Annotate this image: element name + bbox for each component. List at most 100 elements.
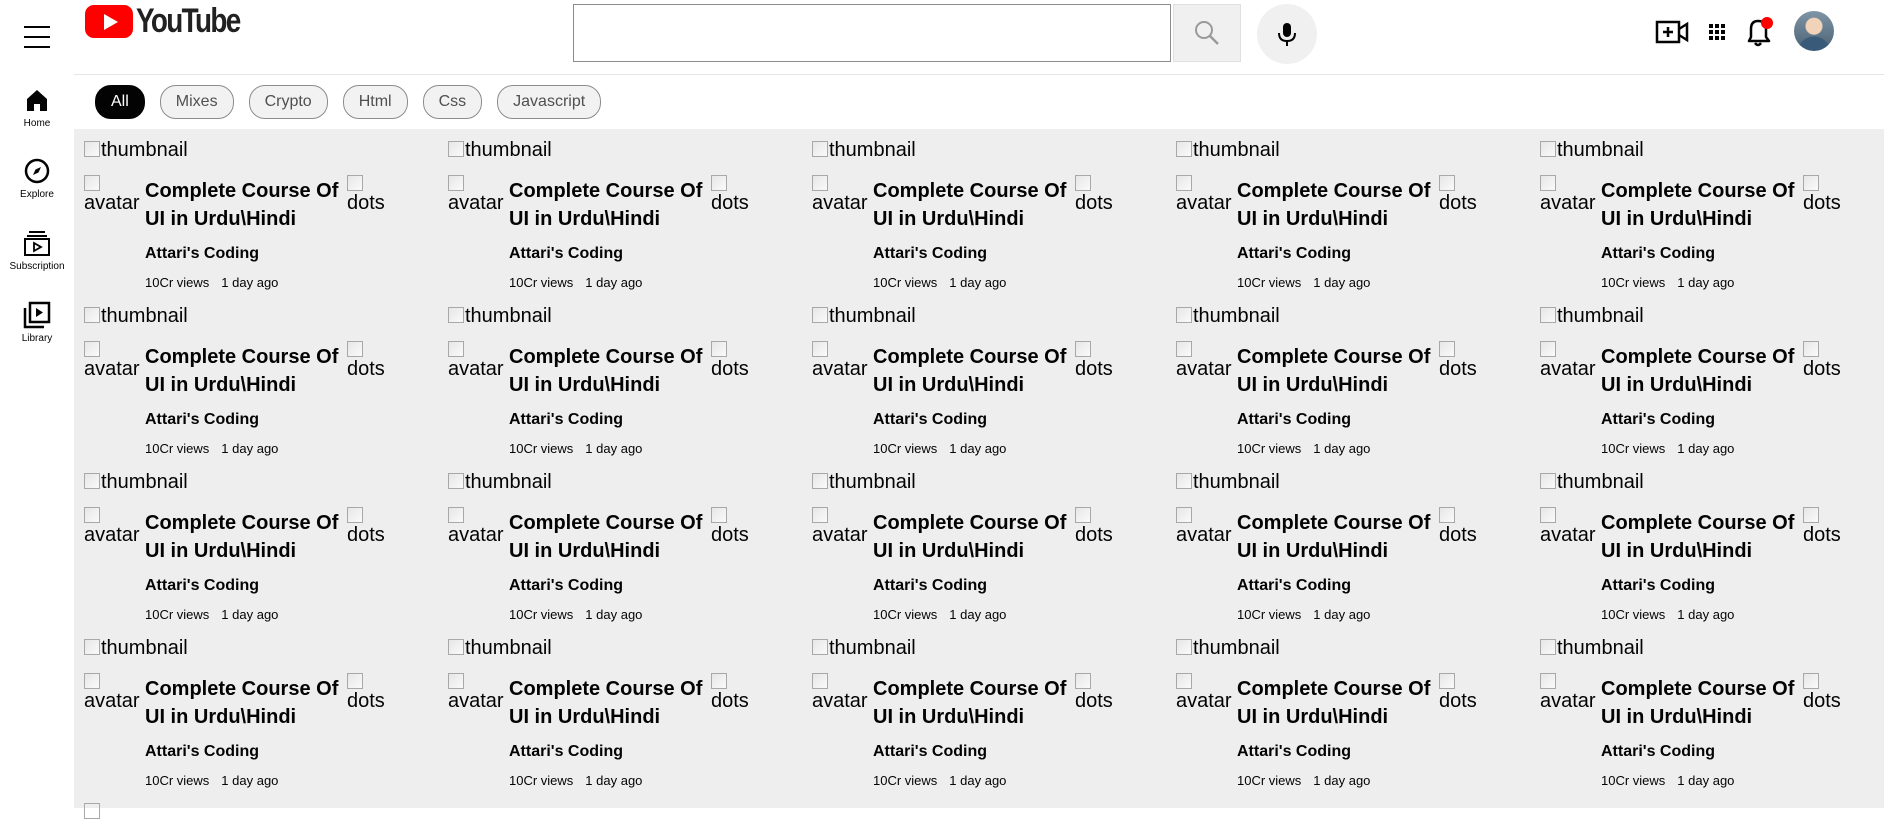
video-title[interactable]: Complete Course Of UI in Urdu\Hindi xyxy=(873,509,1079,565)
create-video-button[interactable] xyxy=(1654,14,1690,50)
channel-name[interactable]: Attari's Coding xyxy=(509,245,623,263)
video-thumbnail[interactable]: thumbnail xyxy=(84,471,188,494)
video-card[interactable]: thumbnail avatar Complete Course Of UI in … xyxy=(1540,637,1884,803)
channel-avatar[interactable]: avatar xyxy=(84,341,142,379)
channel-avatar[interactable]: avatar xyxy=(812,175,870,213)
channel-name[interactable]: Attari's Coding xyxy=(1237,411,1351,429)
channel-name[interactable]: Attari's Coding xyxy=(145,577,259,595)
more-options-button[interactable]: dots xyxy=(711,341,749,379)
channel-name[interactable]: Attari's Coding xyxy=(509,743,623,761)
video-title[interactable]: Complete Course Of UI in Urdu\Hindi xyxy=(509,675,715,731)
video-card[interactable]: thumbnail avatar Complete Course Of UI in … xyxy=(448,139,812,305)
channel-avatar[interactable]: avatar xyxy=(1540,507,1598,545)
channel-name[interactable]: Attari's Coding xyxy=(1601,245,1715,263)
video-thumbnail[interactable]: thumbnail xyxy=(1540,139,1644,162)
channel-avatar[interactable]: avatar xyxy=(448,507,506,545)
channel-name[interactable]: Attari's Coding xyxy=(1237,743,1351,761)
more-options-button[interactable]: dots xyxy=(1439,507,1477,545)
more-options-button[interactable]: dots xyxy=(1075,507,1113,545)
channel-avatar[interactable]: avatar xyxy=(812,507,870,545)
chip-crypto[interactable]: Crypto xyxy=(248,85,328,119)
more-options-button[interactable]: dots xyxy=(711,673,749,711)
video-thumbnail[interactable]: thumbnail xyxy=(812,139,916,162)
channel-name[interactable]: Attari's Coding xyxy=(1237,245,1351,263)
video-thumbnail[interactable]: thumbnail xyxy=(448,139,552,162)
sidebar-item-home[interactable]: Home xyxy=(0,86,74,129)
video-card[interactable]: thumbnail avatar Complete Course Of UI in … xyxy=(448,305,812,471)
channel-name[interactable]: Attari's Coding xyxy=(873,245,987,263)
video-title[interactable]: Complete Course Of UI in Urdu\Hindi xyxy=(145,177,351,233)
video-title[interactable]: Complete Course Of UI in Urdu\Hindi xyxy=(873,675,1079,731)
chip-css[interactable]: Css xyxy=(422,85,483,119)
voice-search-button[interactable] xyxy=(1257,4,1317,64)
user-avatar[interactable] xyxy=(1794,11,1834,51)
hamburger-menu-button[interactable] xyxy=(24,26,50,48)
channel-avatar[interactable]: avatar xyxy=(1176,507,1234,545)
more-options-button[interactable]: dots xyxy=(347,175,385,213)
channel-name[interactable]: Attari's Coding xyxy=(873,743,987,761)
video-card[interactable]: thumbnail avatar Complete Course Of UI in … xyxy=(812,471,1176,637)
chip-all[interactable]: All xyxy=(95,85,145,119)
video-card[interactable]: thumbnail avatar Complete Course Of UI in … xyxy=(84,471,448,637)
video-card[interactable]: thumbnail avatar Complete Course Of UI in … xyxy=(812,637,1176,803)
video-title[interactable]: Complete Course Of UI in Urdu\Hindi xyxy=(1237,177,1443,233)
more-options-button[interactable]: dots xyxy=(1075,175,1113,213)
channel-avatar[interactable]: avatar xyxy=(448,673,506,711)
channel-avatar[interactable]: avatar xyxy=(1540,175,1598,213)
video-thumbnail[interactable]: thumbnail xyxy=(84,139,188,162)
more-options-button[interactable]: dots xyxy=(1439,673,1477,711)
video-title[interactable]: Complete Course Of UI in Urdu\Hindi xyxy=(145,675,351,731)
video-title[interactable]: Complete Course Of UI in Urdu\Hindi xyxy=(509,509,715,565)
video-thumbnail[interactable]: thumbnail xyxy=(448,471,552,494)
channel-name[interactable]: Attari's Coding xyxy=(145,411,259,429)
video-card[interactable]: thumbnail avatar Complete Course Of UI in … xyxy=(84,305,448,471)
video-card[interactable]: thumbnail avatar Complete Course Of UI in … xyxy=(1540,139,1884,305)
video-card[interactable]: thumbnail avatar Complete Course Of UI in … xyxy=(1540,471,1884,637)
sidebar-item-explore[interactable]: Explore xyxy=(0,157,74,200)
channel-name[interactable]: Attari's Coding xyxy=(509,577,623,595)
video-thumbnail[interactable]: thumbnail xyxy=(1176,471,1280,494)
notifications-button[interactable] xyxy=(1741,14,1777,50)
video-card[interactable]: thumbnail avatar Complete Course Of UI in … xyxy=(1176,139,1540,305)
video-card[interactable]: thumbnail avatar Complete Course Of UI in … xyxy=(1540,305,1884,471)
channel-name[interactable]: Attari's Coding xyxy=(1601,743,1715,761)
video-card[interactable]: thumbnail avatar Complete Course Of UI in … xyxy=(1176,305,1540,471)
channel-avatar[interactable]: avatar xyxy=(812,341,870,379)
video-title[interactable]: Complete Course Of UI in Urdu\Hindi xyxy=(1601,509,1807,565)
more-options-button[interactable]: dots xyxy=(711,507,749,545)
video-thumbnail[interactable]: thumbnail xyxy=(1540,637,1644,660)
video-title[interactable]: Complete Course Of UI in Urdu\Hindi xyxy=(145,509,351,565)
video-title[interactable]: Complete Course Of UI in Urdu\Hindi xyxy=(509,343,715,399)
chip-mixes[interactable]: Mixes xyxy=(159,85,234,119)
video-title[interactable]: Complete Course Of UI in Urdu\Hindi xyxy=(509,177,715,233)
video-title[interactable]: Complete Course Of UI in Urdu\Hindi xyxy=(1601,343,1807,399)
more-options-button[interactable]: dots xyxy=(1439,341,1477,379)
video-thumbnail[interactable]: thumbnail xyxy=(1540,471,1644,494)
video-title[interactable]: Complete Course Of UI in Urdu\Hindi xyxy=(1237,675,1443,731)
video-title[interactable]: Complete Course Of UI in Urdu\Hindi xyxy=(1601,177,1807,233)
channel-avatar[interactable]: avatar xyxy=(1176,175,1234,213)
video-card[interactable]: thumbnail avatar Complete Course Of UI in … xyxy=(448,637,812,803)
channel-name[interactable]: Attari's Coding xyxy=(509,411,623,429)
search-input[interactable] xyxy=(573,4,1171,62)
video-thumbnail[interactable]: thumbnail xyxy=(448,305,552,328)
video-thumbnail[interactable]: thumbnail xyxy=(84,305,188,328)
video-card[interactable]: thumbnail avatar Complete Course Of UI in … xyxy=(812,305,1176,471)
more-options-button[interactable]: dots xyxy=(1803,507,1841,545)
video-thumbnail[interactable]: thumbnail xyxy=(1176,637,1280,660)
video-thumbnail[interactable]: thumbnail xyxy=(812,637,916,660)
more-options-button[interactable]: dots xyxy=(347,507,385,545)
channel-avatar[interactable]: avatar xyxy=(1540,673,1598,711)
channel-avatar[interactable]: avatar xyxy=(1176,341,1234,379)
channel-name[interactable]: Attari's Coding xyxy=(1601,577,1715,595)
video-thumbnail[interactable]: thumbnail xyxy=(812,305,916,328)
channel-avatar[interactable]: avatar xyxy=(1540,341,1598,379)
video-thumbnail[interactable]: thumbnail xyxy=(812,471,916,494)
channel-avatar[interactable]: avatar xyxy=(448,341,506,379)
video-card[interactable]: thumbnail avatar Complete Course Of UI in … xyxy=(84,637,448,803)
more-options-button[interactable]: dots xyxy=(1803,175,1841,213)
video-title[interactable]: Complete Course Of UI in Urdu\Hindi xyxy=(1237,343,1443,399)
video-card[interactable]: thumbnail avatar Complete Course Of UI in … xyxy=(1176,471,1540,637)
channel-avatar[interactable]: avatar xyxy=(84,673,142,711)
sidebar-item-subscription[interactable]: Subscription xyxy=(0,229,74,272)
